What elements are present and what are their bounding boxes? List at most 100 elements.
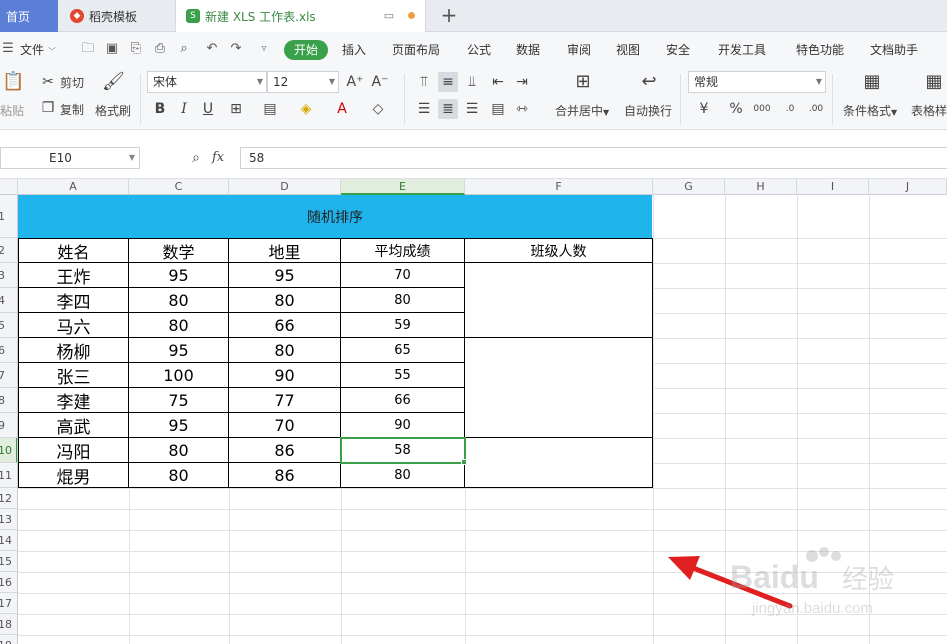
menu-file[interactable]: 文件 ﹀	[20, 40, 56, 60]
merge-center-button[interactable]: 合并居中▼	[555, 102, 609, 119]
italic-button[interactable]: I	[174, 99, 194, 119]
percent-button[interactable]: %	[726, 99, 746, 119]
increase-decimal-icon[interactable]: .0	[780, 99, 800, 119]
row-header[interactable]: 5	[0, 313, 17, 338]
decrease-font-icon[interactable]: A⁻	[370, 72, 390, 92]
undo-icon[interactable]: ↶	[204, 41, 220, 57]
paste-icon[interactable]: 📋	[2, 72, 24, 96]
row-header[interactable]: 2	[0, 238, 17, 263]
decrease-decimal-icon[interactable]: .00	[806, 99, 826, 119]
math-cell[interactable]: 95	[129, 263, 229, 288]
name-cell[interactable]: 李建	[18, 388, 129, 413]
open-icon[interactable]: 🗀	[80, 41, 96, 57]
table-style-button[interactable]: 表格样	[911, 102, 947, 119]
avg-cell[interactable]: 90	[341, 413, 465, 438]
row-header[interactable]: 14	[0, 530, 17, 551]
math-cell[interactable]: 100	[129, 363, 229, 388]
fill-color-icon[interactable]: ◈	[296, 99, 316, 119]
clear-format-icon[interactable]: ◇	[368, 99, 388, 119]
avg-cell[interactable]: 65	[341, 338, 465, 363]
row-header[interactable]: 6	[0, 338, 17, 363]
font-name-select[interactable]: 宋体 ▼	[147, 71, 267, 93]
menu-view[interactable]: 视图	[616, 40, 640, 60]
row-header[interactable]: 1	[0, 195, 17, 238]
header-name-cell[interactable]: 姓名	[18, 238, 129, 263]
menu-security[interactable]: 安全	[666, 40, 690, 60]
math-cell[interactable]: 95	[129, 413, 229, 438]
customize-icon[interactable]: ▿	[256, 41, 272, 57]
class-size-merged-cell[interactable]	[465, 263, 653, 338]
formula-input[interactable]: 58	[240, 147, 947, 169]
geo-cell[interactable]: 86	[229, 438, 341, 463]
menu-review[interactable]: 审阅	[567, 40, 591, 60]
row-header[interactable]: 18	[0, 614, 17, 635]
sheet-grid[interactable]: 随机排序 姓名 数学 地里 平均成绩 班级人数 王炸 95 95 70 李四 80 80 80…	[18, 195, 947, 644]
menu-formula[interactable]: 公式	[467, 40, 491, 60]
wrap-text-button[interactable]: 自动换行	[624, 102, 672, 119]
row-header[interactable]: 17	[0, 593, 17, 614]
align-left-icon[interactable]: ☰	[414, 99, 434, 119]
screen-icon[interactable]: ▭	[382, 9, 396, 23]
menu-data[interactable]: 数据	[516, 40, 540, 60]
column-header-h[interactable]: H	[725, 179, 797, 195]
conditional-format-button[interactable]: 条件格式▼	[843, 102, 897, 119]
format-painter-icon[interactable]: 🖌	[102, 72, 125, 92]
row-header[interactable]: 12	[0, 488, 17, 509]
currency-button[interactable]: ¥	[694, 99, 714, 119]
menu-doc-assistant[interactable]: 文档助手	[870, 40, 918, 60]
merge-center-icon[interactable]: ⊞	[570, 72, 596, 96]
avg-cell[interactable]: 80	[341, 463, 465, 488]
name-box[interactable]: E10 ▼	[0, 147, 140, 169]
row-header[interactable]: 9	[0, 413, 17, 438]
bold-button[interactable]: B	[150, 99, 170, 119]
copy-icon[interactable]: ❐	[38, 98, 58, 118]
number-format-select[interactable]: 常规 ▼	[688, 71, 826, 93]
add-tab-button[interactable]: +	[438, 4, 460, 26]
column-header-i[interactable]: I	[797, 179, 869, 195]
align-bottom-icon[interactable]: ⫫	[462, 72, 482, 92]
justify-icon[interactable]: ▤	[488, 99, 508, 119]
name-cell[interactable]: 王炸	[18, 263, 129, 288]
conditional-format-icon[interactable]: ▦	[860, 72, 884, 96]
scissors-icon[interactable]: ✂	[38, 72, 58, 92]
math-cell[interactable]: 75	[129, 388, 229, 413]
geo-cell[interactable]: 70	[229, 413, 341, 438]
font-size-select[interactable]: 12 ▼	[267, 71, 339, 93]
save-icon[interactable]: ▣	[104, 41, 120, 57]
tab-home[interactable]: 首页	[0, 0, 58, 32]
export-icon[interactable]: ⎘	[128, 41, 144, 57]
header-math-cell[interactable]: 数学	[129, 238, 229, 263]
math-cell[interactable]: 80	[129, 288, 229, 313]
copy-button[interactable]: 复制	[60, 101, 84, 118]
geo-cell[interactable]: 66	[229, 313, 341, 338]
sheet-title-cell[interactable]: 随机排序	[18, 195, 652, 238]
row-header[interactable]: 10	[0, 438, 17, 463]
header-geo-cell[interactable]: 地里	[229, 238, 341, 263]
paste-button[interactable]: 粘贴	[0, 102, 24, 119]
print-icon[interactable]: ⎙	[152, 41, 168, 57]
row-header[interactable]: 8	[0, 388, 17, 413]
select-all-corner[interactable]	[0, 179, 18, 195]
borders-icon[interactable]: ⊞	[226, 99, 246, 119]
align-middle-icon[interactable]: ≡	[438, 72, 458, 92]
column-header-c[interactable]: C	[129, 179, 229, 195]
name-cell[interactable]: 杨柳	[18, 338, 129, 363]
row-header[interactable]: 19	[0, 635, 17, 644]
hamburger-icon[interactable]: ☰	[0, 41, 16, 57]
thousands-icon[interactable]: 000	[752, 99, 772, 119]
geo-cell[interactable]: 80	[229, 338, 341, 363]
name-cell[interactable]: 高武	[18, 413, 129, 438]
math-cell[interactable]: 80	[129, 313, 229, 338]
align-center-icon[interactable]: ≣	[438, 99, 458, 119]
row-header[interactable]: 3	[0, 263, 17, 288]
name-cell[interactable]: 李四	[18, 288, 129, 313]
menu-insert[interactable]: 插入	[342, 40, 366, 60]
math-cell[interactable]: 95	[129, 338, 229, 363]
name-cell[interactable]: 马六	[18, 313, 129, 338]
font-color-icon[interactable]: A	[332, 99, 352, 119]
row-header[interactable]: 16	[0, 572, 17, 593]
header-avg-cell[interactable]: 平均成绩	[341, 238, 465, 263]
avg-cell[interactable]: 70	[341, 263, 465, 288]
zoom-formula-icon[interactable]: ⌕	[186, 148, 206, 168]
table-style-icon[interactable]: ▦	[922, 72, 946, 96]
